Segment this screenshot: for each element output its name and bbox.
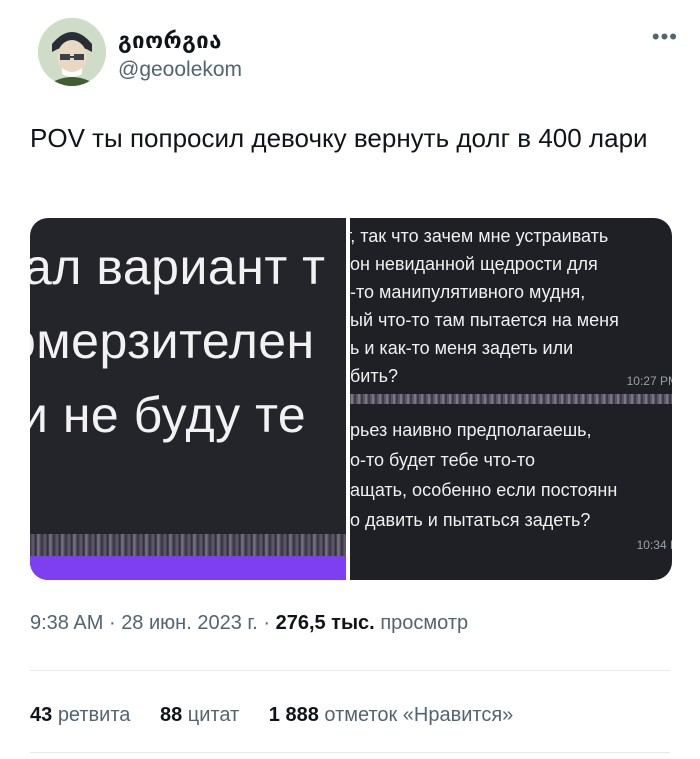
likes-count: 1 888 (268, 704, 319, 726)
chat-line: о давить и пытаться задеть? (350, 510, 591, 530)
tweet-text: POV ты попросил девочку вернуть долг в 4… (30, 123, 648, 153)
image-sparkle-strip (350, 394, 672, 404)
divider (30, 670, 670, 671)
likes-label: отметок «Нравится» (324, 704, 514, 726)
meta-separator: · (263, 612, 271, 634)
chat-line: о-то будет тебе что-то (350, 450, 535, 470)
tweet-stats: 43 ретвита 88 цитат 1 888 отметок «Нрави… (30, 704, 537, 727)
retweets-label: ретвита (57, 704, 131, 726)
image-text-line: ал вариант т (30, 239, 326, 295)
divider (30, 752, 670, 753)
chat-line: ащать, особенно если постоянн (350, 480, 618, 500)
views-count: 276,5 тыс. (275, 612, 375, 634)
quotes-label: цитат (187, 704, 240, 726)
chat-line: ый что-то там пытается на меня (350, 310, 619, 330)
tweet-date[interactable]: 28 июн. 2023 г. (121, 612, 258, 634)
chat-line: -то манипулятивного мудня, (350, 282, 586, 302)
tweet-meta: 9:38 AM · 28 июн. 2023 г. · 276,5 тыс. п… (30, 612, 468, 635)
quotes-stat[interactable]: 88 цитат (160, 704, 245, 726)
tweet-media[interactable]: ал вариант т омерзителен и не буду те т,… (30, 218, 672, 580)
likes-stat[interactable]: 1 888 отметок «Нравится» (269, 704, 514, 726)
meta-separator: · (108, 612, 116, 634)
author-name[interactable]: გიორგია (118, 28, 222, 54)
chat-line: рьез наивно предполагаешь, (350, 420, 592, 440)
quotes-count: 88 (159, 704, 183, 726)
tweet-time[interactable]: 9:38 AM (30, 612, 103, 634)
chat-line: бить? (350, 366, 398, 386)
retweets-count: 43 (30, 704, 53, 726)
image-sparkle-strip (30, 534, 346, 556)
retweets-stat[interactable]: 43 ретвита (30, 704, 136, 726)
message-time: 10:34 P (636, 538, 672, 552)
media-image-right[interactable]: т, так что зачем мне устраивать он невид… (350, 218, 672, 580)
chat-line: т, так что зачем мне устраивать (350, 226, 609, 246)
author-handle[interactable]: @geoolekom (118, 58, 242, 82)
chat-line: он невиданной щедрости для (350, 254, 598, 274)
image-text-line: и не буду те (30, 387, 307, 443)
chat-bubble-top: т, так что зачем мне устраивать он невид… (350, 218, 672, 394)
image-accent-bar (30, 556, 346, 580)
chat-line: ь и как-то меня задеть или (350, 338, 574, 358)
media-image-left[interactable]: ал вариант т омерзителен и не буду те (30, 218, 346, 580)
message-time: 10:27 PM (626, 374, 672, 388)
more-horizontal-icon[interactable]: ••• (652, 24, 678, 50)
avatar[interactable] (38, 18, 106, 86)
image-text-line: омерзителен (30, 313, 315, 369)
views-label: просмотр (380, 612, 469, 634)
tweet-header: გიორგია @geoolekom ••• (18, 14, 682, 86)
chat-bubble-bottom: рьез наивно предполагаешь, о-то будет те… (350, 404, 672, 580)
